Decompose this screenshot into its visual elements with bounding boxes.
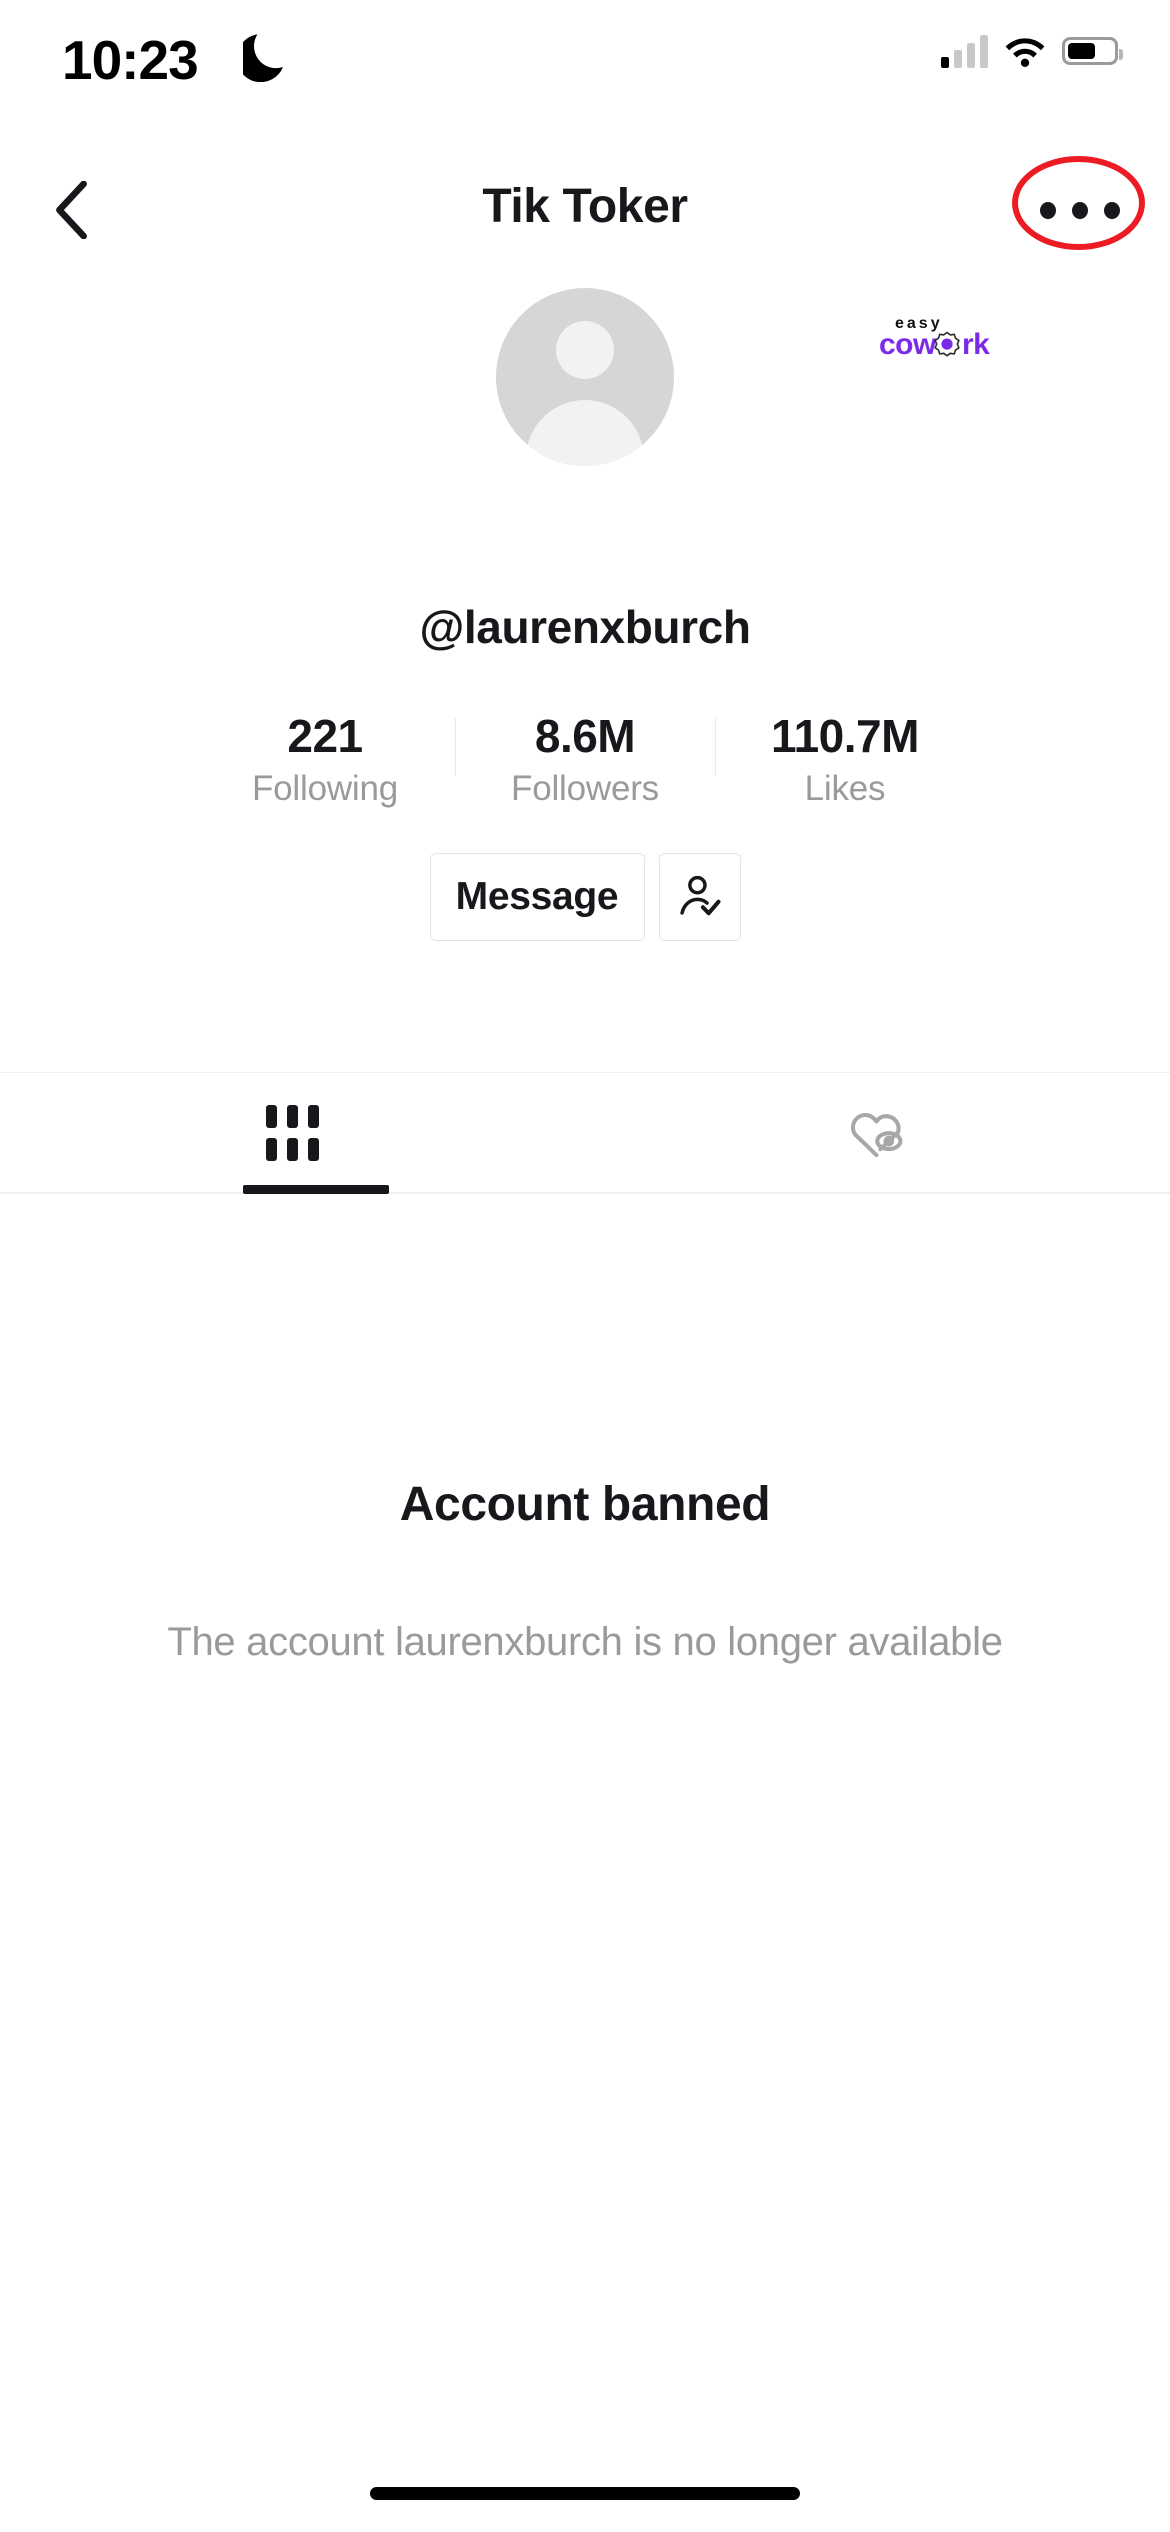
stat-label: Followers	[511, 769, 659, 809]
stat-divider	[454, 718, 456, 776]
profile-action-buttons: Message	[0, 853, 1170, 941]
stat-value: 110.7M	[771, 710, 919, 762]
active-tab-underline	[243, 1185, 389, 1194]
stat-followers[interactable]: 8.6M Followers	[500, 712, 671, 809]
status-bar-indicators	[941, 34, 1123, 68]
do-not-disturb-moon-icon	[243, 34, 283, 82]
profile-stats: 221 Following 8.6M Followers 110.7M Like…	[0, 712, 1170, 809]
empty-state-title: Account banned	[399, 1478, 771, 1531]
avatar-body-shape	[526, 400, 644, 466]
tab-liked[interactable]	[585, 1073, 1170, 1193]
navigation-bar: Tik Toker	[0, 155, 1170, 265]
more-horizontal-icon-dot	[1104, 201, 1120, 219]
grid-icon	[266, 1105, 319, 1161]
status-bar: 10:23	[0, 0, 1170, 150]
stat-divider	[714, 718, 716, 776]
home-indicator[interactable]	[370, 2487, 800, 2500]
stat-value: 221	[287, 710, 363, 762]
profile-handle: @laurenxburch	[419, 601, 751, 653]
wifi-icon	[1005, 38, 1045, 67]
page-title: Tik Toker	[482, 180, 688, 233]
stat-label: Likes	[804, 769, 886, 809]
avatar[interactable]	[496, 288, 674, 466]
more-horizontal-icon-dot	[1072, 201, 1088, 219]
phone-screen: 10:23 Tik Toker easy cow rk @laurenxburc…	[0, 0, 1170, 2532]
stat-value: 8.6M	[534, 710, 636, 762]
heart-hidden-icon	[850, 1113, 902, 1158]
cellular-signal-icon	[941, 34, 988, 68]
empty-state-subtitle: The account laurenxburch is no longer av…	[167, 1620, 1003, 1664]
status-bar-time: 10:23	[62, 29, 199, 91]
following-status-button[interactable]	[658, 853, 741, 941]
avatar-container	[0, 288, 1170, 466]
battery-icon	[1062, 37, 1123, 65]
message-button[interactable]: Message	[429, 853, 645, 941]
stat-label: Following	[251, 769, 399, 809]
person-check-icon	[679, 875, 720, 916]
profile-tabs	[0, 1073, 1170, 1193]
tabbar-bottom-divider	[0, 1192, 1170, 1194]
stat-following[interactable]: 221 Following	[240, 712, 411, 809]
stat-likes[interactable]: 110.7M Likes	[760, 712, 931, 809]
tab-videos[interactable]	[0, 1073, 585, 1193]
more-options-button[interactable]	[1040, 187, 1120, 233]
more-horizontal-icon-dot	[1040, 201, 1056, 219]
avatar-head-shape	[556, 321, 614, 379]
